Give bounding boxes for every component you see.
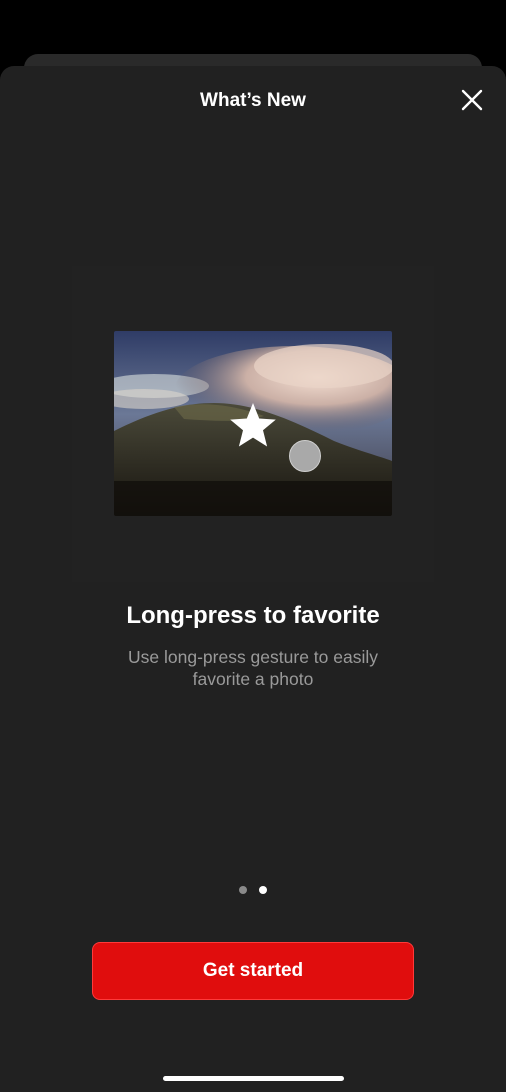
page-dot[interactable] bbox=[239, 886, 247, 894]
touch-indicator bbox=[289, 440, 321, 472]
page-dot-active[interactable] bbox=[259, 886, 267, 894]
feature-illustration-photo bbox=[114, 331, 392, 516]
feature-title: Long-press to favorite bbox=[126, 602, 380, 629]
sheet-title: What’s New bbox=[200, 90, 306, 111]
home-indicator[interactable] bbox=[163, 1076, 344, 1081]
feature-description: Use long-press gesture to easily favorit… bbox=[128, 647, 378, 689]
page-indicator bbox=[0, 886, 506, 894]
whats-new-sheet: What’s New Long-press to favorite Use lo… bbox=[0, 66, 506, 1092]
close-button[interactable] bbox=[456, 84, 488, 116]
star-icon bbox=[230, 403, 276, 447]
get-started-button[interactable]: Get started bbox=[92, 942, 414, 1000]
close-icon bbox=[461, 89, 483, 111]
